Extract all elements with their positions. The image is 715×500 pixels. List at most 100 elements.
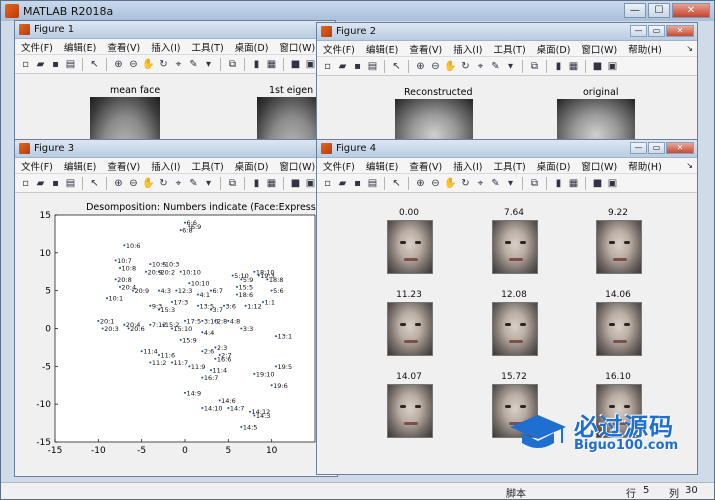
- hide-tools-icon[interactable]: ■: [591, 60, 604, 73]
- menu-file[interactable]: 文件(F): [21, 40, 53, 54]
- rotate-icon[interactable]: ↻: [157, 177, 170, 190]
- menu-insert[interactable]: 插入(I): [453, 42, 482, 56]
- colorbar-icon[interactable]: ▮: [552, 177, 565, 190]
- rotate-icon[interactable]: ↻: [459, 60, 472, 73]
- maximize-button[interactable]: ☐: [648, 3, 670, 18]
- data-cursor-icon[interactable]: ⌖: [474, 177, 487, 190]
- pan-icon[interactable]: ✋: [444, 60, 457, 73]
- figure-3-window[interactable]: Figure 3 文件(F) 编辑(E) 查看(V) 插入(I) 工具(T) 桌…: [14, 139, 338, 477]
- figure-2-window[interactable]: Figure 2 — ▭ ✕ 文件(F) 编辑(E) 查看(V) 插入(I) 工…: [316, 22, 698, 158]
- close-button[interactable]: ✕: [666, 25, 694, 37]
- menu-dock-arrow-icon[interactable]: ↘: [686, 44, 693, 53]
- menu-window[interactable]: 窗口(W): [581, 42, 617, 56]
- save-icon[interactable]: ▪: [49, 177, 62, 190]
- colorbar-icon[interactable]: ▮: [250, 58, 263, 71]
- print-icon[interactable]: ▤: [366, 60, 379, 73]
- menu-insert[interactable]: 插入(I): [453, 159, 482, 173]
- menu-tools[interactable]: 工具(T): [493, 42, 525, 56]
- main-title-bar[interactable]: MATLAB R2018a — ☐ ✕: [1, 1, 714, 21]
- zoom-out-icon[interactable]: ⊖: [127, 177, 140, 190]
- pan-icon[interactable]: ✋: [142, 177, 155, 190]
- menu-tools[interactable]: 工具(T): [191, 159, 223, 173]
- colorbar-icon[interactable]: ▮: [552, 60, 565, 73]
- minimize-button[interactable]: —: [630, 25, 647, 37]
- legend-icon[interactable]: ▦: [567, 177, 580, 190]
- new-icon[interactable]: ▫: [19, 177, 32, 190]
- dropdown-icon[interactable]: ▾: [504, 60, 517, 73]
- print-icon[interactable]: ▤: [64, 58, 77, 71]
- open-icon[interactable]: ▰: [336, 60, 349, 73]
- zoom-out-icon[interactable]: ⊖: [429, 60, 442, 73]
- open-icon[interactable]: ▰: [336, 177, 349, 190]
- minimize-button[interactable]: —: [630, 142, 647, 154]
- open-icon[interactable]: ▰: [34, 177, 47, 190]
- zoom-out-icon[interactable]: ⊖: [429, 177, 442, 190]
- dropdown-icon[interactable]: ▾: [202, 177, 215, 190]
- menu-desktop[interactable]: 桌面(D): [537, 42, 571, 56]
- hide-tools-icon[interactable]: ■: [289, 58, 302, 71]
- brush-icon[interactable]: ✎: [489, 60, 502, 73]
- menu-dock-arrow-icon[interactable]: ↘: [686, 161, 693, 170]
- menu-view[interactable]: 查看(V): [107, 159, 140, 173]
- link-icon[interactable]: ⧉: [528, 177, 541, 190]
- figure-1-titlebar[interactable]: Figure 1: [15, 21, 335, 39]
- data-cursor-icon[interactable]: ⌖: [172, 177, 185, 190]
- zoom-in-icon[interactable]: ⊕: [112, 58, 125, 71]
- data-cursor-icon[interactable]: ⌖: [172, 58, 185, 71]
- hide-tools-icon[interactable]: ■: [591, 177, 604, 190]
- open-icon[interactable]: ▰: [34, 58, 47, 71]
- dropdown-icon[interactable]: ▾: [202, 58, 215, 71]
- figure-2-titlebar[interactable]: Figure 2 — ▭ ✕: [317, 23, 697, 41]
- minimize-button[interactable]: —: [624, 3, 646, 18]
- new-icon[interactable]: ▫: [19, 58, 32, 71]
- legend-icon[interactable]: ▦: [265, 58, 278, 71]
- brush-icon[interactable]: ✎: [187, 58, 200, 71]
- scatter-plot[interactable]: Desomposition: Numbers indicate (Face:Ex…: [15, 194, 337, 476]
- pan-icon[interactable]: ✋: [142, 58, 155, 71]
- menu-tools[interactable]: 工具(T): [493, 159, 525, 173]
- menu-file[interactable]: 文件(F): [323, 159, 355, 173]
- new-icon[interactable]: ▫: [321, 177, 334, 190]
- menu-edit[interactable]: 编辑(E): [366, 159, 398, 173]
- dock-icon[interactable]: ▣: [606, 177, 619, 190]
- legend-icon[interactable]: ▦: [265, 177, 278, 190]
- pointer-icon[interactable]: ↖: [88, 58, 101, 71]
- zoom-in-icon[interactable]: ⊕: [414, 177, 427, 190]
- print-icon[interactable]: ▤: [64, 177, 77, 190]
- menu-insert[interactable]: 插入(I): [151, 159, 180, 173]
- menu-window[interactable]: 窗口(W): [581, 159, 617, 173]
- link-icon[interactable]: ⧉: [226, 58, 239, 71]
- menu-view[interactable]: 查看(V): [107, 40, 140, 54]
- link-icon[interactable]: ⧉: [528, 60, 541, 73]
- menu-edit[interactable]: 编辑(E): [366, 42, 398, 56]
- menu-help[interactable]: 帮助(H): [628, 159, 662, 173]
- close-button[interactable]: ✕: [666, 142, 694, 154]
- figure-4-titlebar[interactable]: Figure 4 — ▭ ✕: [317, 140, 697, 158]
- menu-insert[interactable]: 插入(I): [151, 40, 180, 54]
- rotate-icon[interactable]: ↻: [157, 58, 170, 71]
- save-icon[interactable]: ▪: [49, 58, 62, 71]
- menu-window[interactable]: 窗口(W): [279, 40, 315, 54]
- menu-window[interactable]: 窗口(W): [279, 159, 315, 173]
- menu-desktop[interactable]: 桌面(D): [537, 159, 571, 173]
- save-icon[interactable]: ▪: [351, 177, 364, 190]
- hide-tools-icon[interactable]: ■: [289, 177, 302, 190]
- brush-icon[interactable]: ✎: [187, 177, 200, 190]
- menu-help[interactable]: 帮助(H): [628, 42, 662, 56]
- print-icon[interactable]: ▤: [366, 177, 379, 190]
- zoom-in-icon[interactable]: ⊕: [112, 177, 125, 190]
- link-icon[interactable]: ⧉: [226, 177, 239, 190]
- close-button[interactable]: ✕: [672, 3, 710, 18]
- dropdown-icon[interactable]: ▾: [504, 177, 517, 190]
- save-icon[interactable]: ▪: [351, 60, 364, 73]
- menu-edit[interactable]: 编辑(E): [64, 159, 96, 173]
- dock-icon[interactable]: ▣: [606, 60, 619, 73]
- menu-file[interactable]: 文件(F): [21, 159, 53, 173]
- pointer-icon[interactable]: ↖: [390, 60, 403, 73]
- maximize-button[interactable]: ▭: [648, 25, 665, 37]
- menu-desktop[interactable]: 桌面(D): [235, 159, 269, 173]
- zoom-in-icon[interactable]: ⊕: [414, 60, 427, 73]
- figure-3-titlebar[interactable]: Figure 3: [15, 140, 337, 158]
- rotate-icon[interactable]: ↻: [459, 177, 472, 190]
- new-icon[interactable]: ▫: [321, 60, 334, 73]
